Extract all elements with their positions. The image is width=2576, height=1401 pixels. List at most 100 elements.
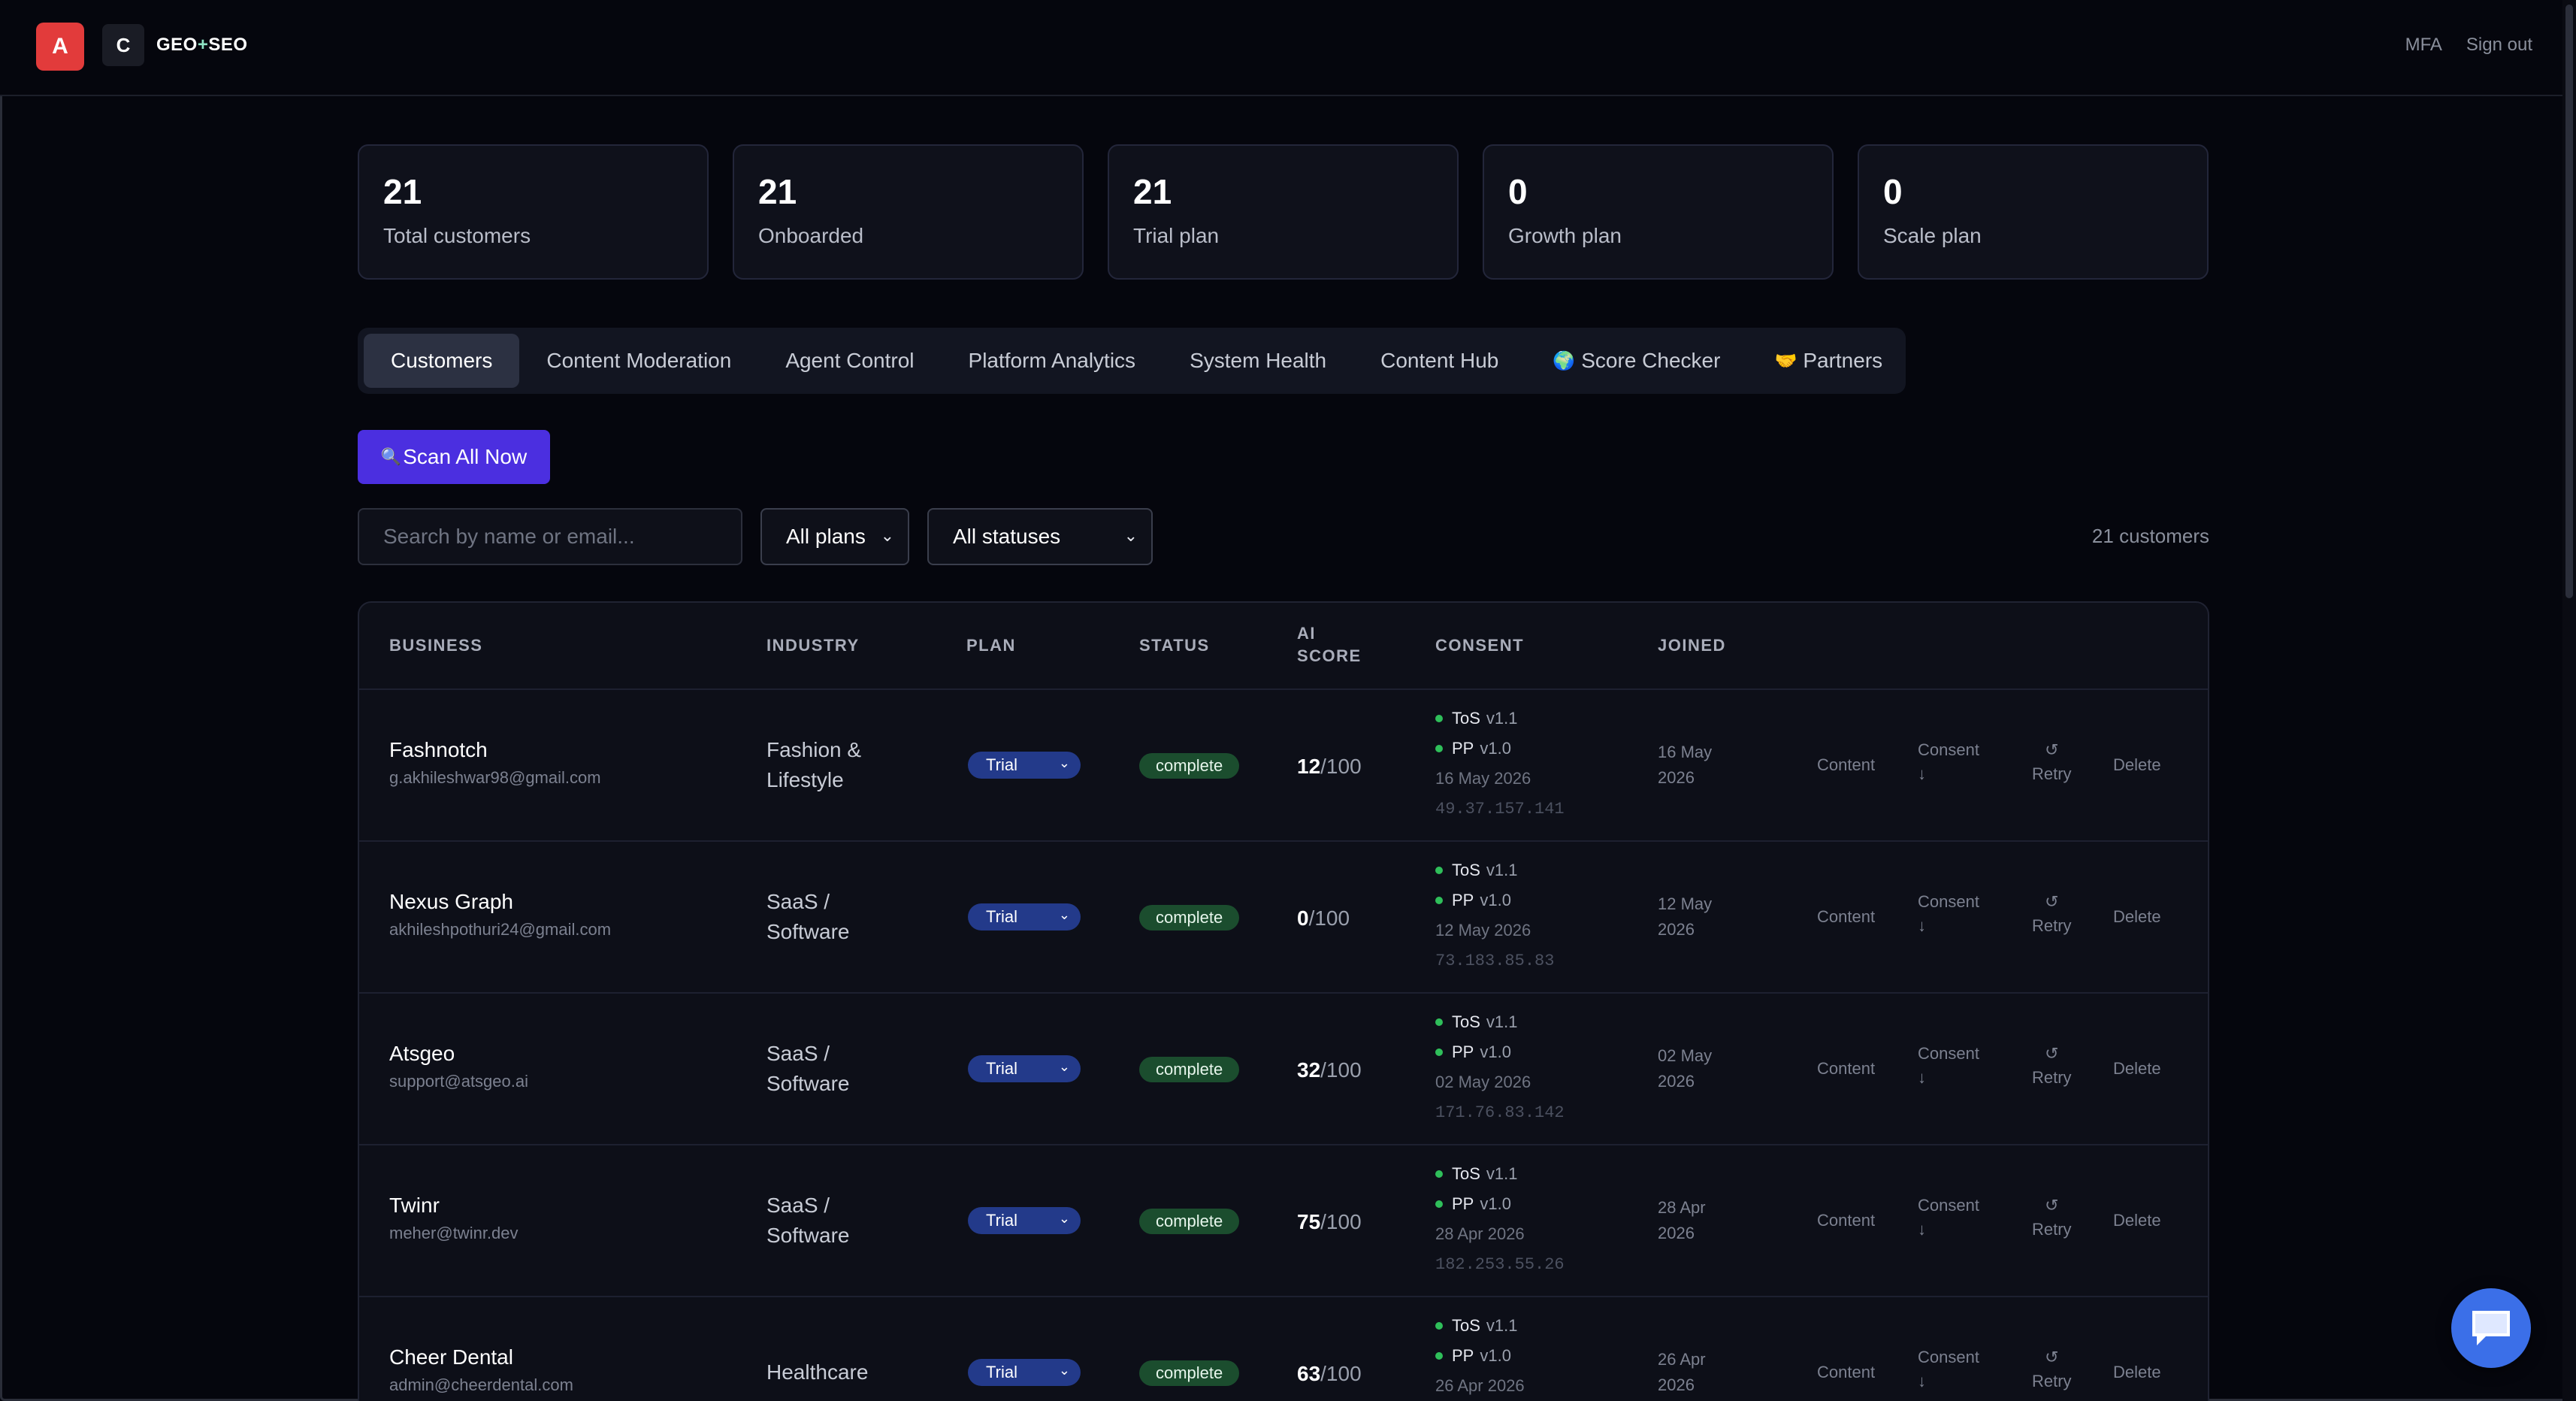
delete-button[interactable]: Delete — [2113, 1057, 2161, 1081]
stat-label: Scale plan — [1883, 224, 1982, 247]
chat-button[interactable] — [2451, 1288, 2531, 1368]
consent-date: 28 Apr 2026 — [1435, 1224, 1525, 1243]
consent-label: Consent — [1918, 1196, 1979, 1215]
tab-score-checker[interactable]: 🌍 Score Checker — [1525, 334, 1747, 388]
scrollbar-thumb[interactable] — [2565, 5, 2573, 598]
chevron-down-icon: ⌄ — [1058, 907, 1070, 922]
download-icon: ↓ — [1918, 764, 1926, 783]
consent-cell: ToS v1.1 PP v1.0 16 May 2026 49.37.157.141 — [1435, 704, 1565, 824]
plan-filter-select[interactable]: All plans ⌄ — [760, 508, 909, 565]
joined-cell: 16 May 2026 — [1658, 740, 1712, 791]
business-name[interactable]: Twinr — [389, 1194, 519, 1218]
plan-cell: Trial ⌄ — [968, 752, 1081, 779]
stats-row: 21 Total customers 21 Onboarded 21 Trial… — [358, 144, 2209, 280]
industry-line1: Healthcare — [766, 1360, 869, 1384]
business-name[interactable]: Cheer Dental — [389, 1345, 573, 1369]
pp-label: PP — [1452, 1194, 1474, 1213]
tab-partners[interactable]: 🤝 Partners — [1747, 334, 1909, 388]
tab-system-health[interactable]: System Health — [1163, 334, 1353, 388]
ai-score: 63/100 — [1297, 1362, 1362, 1386]
business-email: admin@cheerdental.com — [389, 1375, 573, 1394]
tab-content-moderation[interactable]: Content Moderation — [519, 334, 758, 388]
joined-cell: 12 May 2026 — [1658, 891, 1712, 943]
status-dot-icon — [1435, 745, 1443, 752]
status-badge: complete — [1139, 905, 1240, 930]
plan-select[interactable]: Trial ⌄ — [968, 1359, 1081, 1386]
pp-consent: PP v1.0 — [1435, 885, 1554, 915]
tos-label: ToS — [1452, 861, 1480, 879]
content-button[interactable]: Content — [1817, 905, 1875, 929]
consent-download-button[interactable]: Consent ↓ — [1918, 890, 1979, 938]
top-bar: A C GEO+SEO MFA Sign out — [0, 0, 2576, 96]
stat-value: 0 — [1508, 172, 1528, 211]
tab-label: Customers — [391, 349, 493, 372]
scrollbar[interactable] — [2562, 0, 2576, 1401]
plan-select[interactable]: Trial ⌄ — [968, 1055, 1081, 1082]
user-avatar[interactable]: A — [36, 23, 84, 71]
plan-value: Trial — [986, 907, 1017, 926]
business-email: akhileshpothuri24@gmail.com — [389, 920, 612, 939]
sign-out-link[interactable]: Sign out — [2466, 35, 2532, 56]
scan-all-button[interactable]: 🔍 Scan All Now — [358, 430, 550, 484]
status-dot-icon — [1435, 1018, 1443, 1026]
business-name[interactable]: Atsgeo — [389, 1042, 528, 1066]
tos-label: ToS — [1452, 1164, 1480, 1183]
brand-logo[interactable]: C — [102, 24, 144, 66]
tab-customers[interactable]: Customers — [364, 334, 520, 388]
retry-button[interactable]: ↺ Retry — [2032, 1042, 2072, 1090]
delete-button[interactable]: Delete — [2113, 753, 2161, 777]
stat-value: 21 — [1133, 172, 1172, 211]
delete-button[interactable]: Delete — [2113, 905, 2161, 929]
plan-select[interactable]: Trial ⌄ — [968, 1207, 1081, 1234]
plan-value: Trial — [986, 1059, 1017, 1078]
tab-platform-analytics[interactable]: Platform Analytics — [942, 334, 1163, 388]
stat-value: 0 — [1883, 172, 1903, 211]
plan-select[interactable]: Trial ⌄ — [968, 903, 1081, 930]
consent-download-button[interactable]: Consent ↓ — [1918, 1345, 1979, 1393]
stat-value: 21 — [758, 172, 797, 211]
pp-consent: PP v1.0 — [1435, 734, 1565, 764]
tos-consent: ToS v1.1 — [1435, 704, 1565, 734]
status-filter-select[interactable]: All statuses ⌄ — [927, 508, 1153, 565]
plan-cell: Trial ⌄ — [968, 1055, 1081, 1082]
retry-button[interactable]: ↺ Retry — [2032, 890, 2072, 938]
tos-consent: ToS v1.1 — [1435, 855, 1554, 885]
retry-button[interactable]: ↺ Retry — [2032, 1345, 2072, 1393]
plan-value: Trial — [986, 755, 1017, 774]
table-row: Fashnotch g.akhileshwar98@gmail.com Fashio… — [359, 690, 2208, 842]
delete-button[interactable]: Delete — [2113, 1209, 2161, 1233]
tos-version: v1.1 — [1486, 1164, 1518, 1183]
consent-download-button[interactable]: Consent ↓ — [1918, 738, 1979, 786]
business-name[interactable]: Fashnotch — [389, 738, 601, 762]
consent-download-button[interactable]: Consent ↓ — [1918, 1194, 1979, 1242]
retry-button[interactable]: ↺ Retry — [2032, 1194, 2072, 1242]
consent-download-button[interactable]: Consent ↓ — [1918, 1042, 1979, 1090]
industry-line2: Software — [766, 1224, 850, 1247]
industry-line2: Software — [766, 1072, 850, 1095]
business-name[interactable]: Nexus Graph — [389, 890, 611, 914]
delete-button[interactable]: Delete — [2113, 1360, 2161, 1384]
chevron-down-icon: ⌄ — [1058, 755, 1070, 770]
content-button[interactable]: Content — [1817, 1057, 1875, 1081]
retry-button[interactable]: ↺ Retry — [2032, 738, 2072, 786]
tab-label: Score Checker — [1581, 349, 1721, 372]
business-cell: Atsgeo support@atsgeo.ai — [389, 1042, 528, 1091]
retry-icon: ↺ — [2045, 1348, 2059, 1366]
search-input[interactable] — [358, 508, 742, 565]
consent-ip: 49.37.157.141 — [1435, 799, 1565, 819]
plan-select[interactable]: Trial ⌄ — [968, 752, 1081, 779]
download-icon: ↓ — [1918, 1220, 1926, 1239]
scan-all-label: Scan All Now — [403, 445, 528, 468]
content-button[interactable]: Content — [1817, 753, 1875, 777]
brand-plus: + — [197, 35, 209, 55]
pp-label: PP — [1452, 1042, 1474, 1061]
tos-consent: ToS v1.1 — [1435, 1311, 1525, 1341]
content-button[interactable]: Content — [1817, 1209, 1875, 1233]
tab-content-hub[interactable]: Content Hub — [1353, 334, 1525, 388]
stat-scale-plan: 0 Scale plan — [1858, 144, 2209, 280]
consent-ip: 73.183.85.83 — [1435, 951, 1555, 970]
content-button[interactable]: Content — [1817, 1360, 1875, 1384]
mfa-link[interactable]: MFA — [2405, 35, 2442, 56]
tab-agent-control[interactable]: Agent Control — [758, 334, 941, 388]
status-cell: complete — [1139, 753, 1240, 779]
